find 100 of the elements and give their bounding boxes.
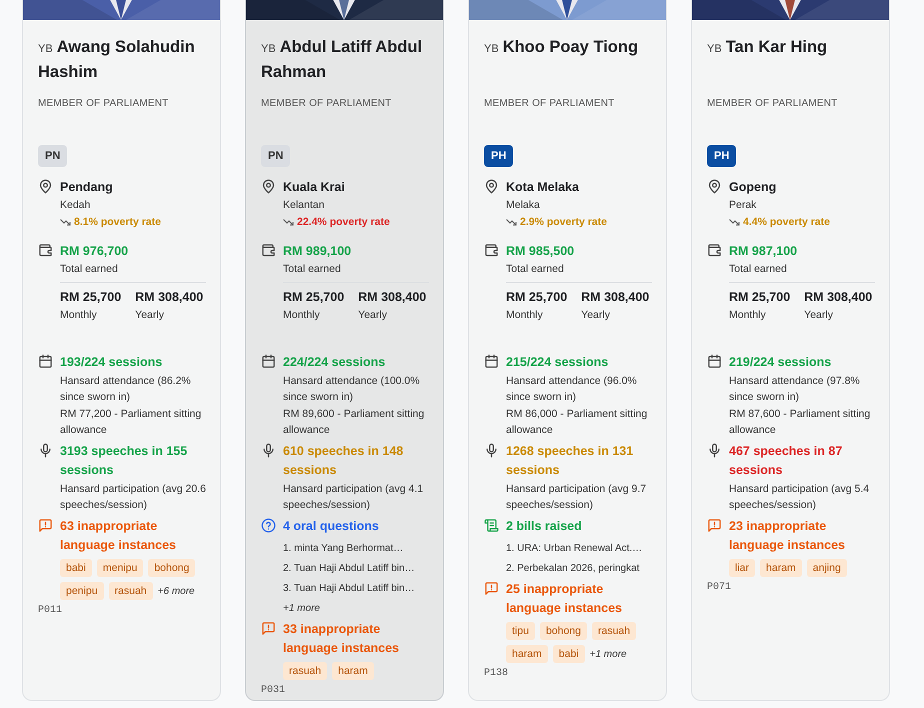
member-name: YB Khoo Poay Tiong [484, 37, 640, 58]
stat-headline: 467 speeches in 87 sessions [729, 443, 844, 479]
member-card[interactable] [468, 0, 667, 701]
stat-headline: 193/224 sessions [60, 354, 164, 371]
member-card[interactable] [245, 0, 444, 701]
stat-note: Hansard participation (avg 5.4 speeches/session) [729, 482, 870, 513]
stat-headline: 2 bills raised [506, 518, 583, 535]
wallet-icon [261, 243, 276, 258]
stat-headline: 63 inappropriate language instances [60, 518, 178, 554]
poverty-rate: 4.4% poverty rate [743, 216, 830, 228]
monthly-label: Monthly [283, 308, 321, 323]
stat-note: Hansard attendance (96.0% since sworn in) [506, 374, 638, 405]
stat-note: Hansard participation (avg 4.1 speeches/session) [283, 482, 424, 513]
calendar-icon [484, 354, 499, 369]
state-name: Perak [729, 198, 758, 213]
monthly-label: Monthly [729, 308, 767, 323]
seat-code: P031 [261, 685, 286, 696]
stat-headline: 224/224 sessions [283, 354, 386, 371]
poverty-rate: 2.9% poverty rate [520, 216, 607, 228]
member-card[interactable] [691, 0, 890, 701]
calendar-icon [38, 354, 53, 369]
monthly-amount: RM 25,700 [729, 289, 790, 306]
monthly-label: Monthly [506, 308, 544, 323]
microphone-icon [261, 443, 276, 458]
alert-message-icon [38, 518, 53, 533]
stat-headline: 3193 speeches in 155 sessions [60, 443, 188, 479]
monthly-amount: RM 25,700 [506, 289, 568, 306]
party-badge: PN [261, 145, 290, 167]
location-pin-icon [261, 179, 276, 194]
trend-down-icon [60, 218, 71, 226]
question-icon [261, 518, 276, 533]
stat-headline: 1268 speeches in 131 sessions [506, 443, 634, 479]
stat-headline: 219/224 sessions [729, 354, 832, 371]
stat-note: RM 77,200 - Parliament sitting allowance [60, 407, 202, 438]
microphone-icon [707, 443, 722, 458]
alert-message-icon [484, 581, 499, 596]
yearly-amount: RM 308,400 [135, 289, 204, 306]
list-item: 2. Tuan Haji Abdul Latiff bin… [283, 562, 416, 576]
word-tag: bohong [148, 559, 196, 577]
role-label: MEMBER OF PARLIAMENT [261, 98, 392, 109]
microphone-icon [484, 443, 499, 458]
word-tag: babi [60, 559, 92, 577]
list-item: 1. URA: Urban Renewal Act.… [506, 542, 644, 556]
party-badge: PH [707, 145, 736, 167]
role-label: MEMBER OF PARLIAMENT [484, 98, 616, 109]
total-earned-label: Total earned [729, 262, 788, 277]
word-tag: rasuah [592, 622, 636, 640]
stat-headline: 25 inappropriate language instances [506, 581, 624, 617]
location-pin-icon [707, 179, 722, 194]
role-label: MEMBER OF PARLIAMENT [707, 98, 838, 109]
stat-note: Hansard attendance (97.8% since sworn in) [729, 374, 861, 405]
total-earned: RM 976,700 [60, 243, 130, 260]
alert-message-icon [707, 518, 722, 533]
word-tag: penipu [60, 582, 104, 600]
member-name: YB Tan Kar Hing [707, 37, 828, 58]
total-earned: RM 987,100 [729, 243, 798, 260]
word-tag: anjing [806, 559, 847, 577]
stat-headline: 23 inappropriate language instances [729, 518, 846, 554]
poverty-rate: 8.1% poverty rate [74, 216, 161, 228]
stat-note: RM 89,600 - Parliament sitting allowance [283, 407, 426, 438]
yearly-amount: RM 308,400 [358, 289, 426, 306]
seat-name: Gopeng [729, 179, 778, 196]
seat-name: Kota Melaka [506, 179, 580, 196]
monthly-amount: RM 25,700 [60, 289, 122, 306]
total-earned: RM 989,100 [283, 243, 352, 260]
seat-code: P011 [38, 605, 64, 616]
stat-note: Hansard attendance (100.0% since sworn in) [283, 374, 421, 405]
wallet-icon [707, 243, 722, 258]
word-tag: haram [760, 559, 802, 577]
more-count: +1 more [283, 603, 320, 614]
stat-note: Hansard participation (avg 20.6 speeches/session) [60, 482, 206, 513]
monthly-amount: RM 25,700 [283, 289, 344, 306]
poverty-rate: 22.4% poverty rate [297, 216, 390, 228]
state-name: Kelantan [283, 198, 326, 213]
wallet-icon [484, 243, 499, 258]
microphone-icon [38, 443, 53, 458]
seat-name: Kuala Krai [283, 179, 346, 196]
more-count: +1 more [590, 648, 627, 660]
total-earned-label: Total earned [60, 262, 119, 277]
stat-note: Hansard attendance (86.2% since sworn in) [60, 374, 192, 405]
total-earned-label: Total earned [283, 262, 342, 277]
member-card[interactable] [22, 0, 221, 701]
more-count: +6 more [158, 586, 195, 596]
state-name: Melaka [506, 198, 541, 213]
calendar-icon [707, 354, 722, 369]
member-name: YB Abdul Latiff Abdul Rahman [261, 37, 424, 83]
word-tag: menipu [96, 559, 144, 577]
word-tag: rasuah [283, 662, 328, 680]
seat-code: P071 [707, 582, 732, 593]
wallet-icon [38, 243, 53, 258]
trend-down-icon [283, 218, 294, 226]
alert-message-icon [261, 621, 276, 636]
location-pin-icon [38, 179, 53, 194]
scroll-icon [484, 518, 499, 533]
word-tag: tipu [506, 622, 535, 640]
stat-headline: 33 inappropriate language instances [283, 621, 400, 657]
seat-code: P138 [484, 668, 510, 679]
member-name: YB Awang Solahudin Hashim [38, 37, 196, 83]
list-item: 3. Tuan Haji Abdul Latiff bin… [283, 582, 416, 596]
stat-headline: 215/224 sessions [506, 354, 610, 371]
